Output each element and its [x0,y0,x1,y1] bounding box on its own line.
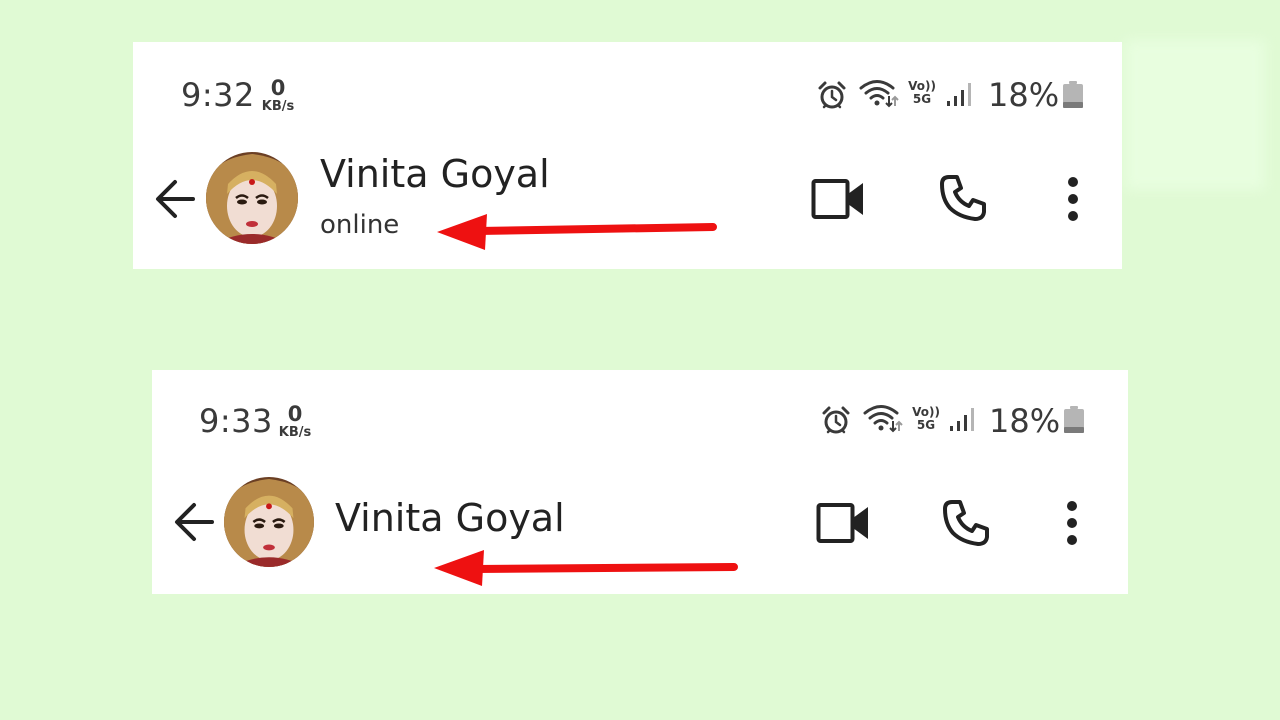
network-speed-unit: KB/s [261,99,295,114]
battery-icon [1064,406,1084,433]
avatar[interactable] [224,477,314,567]
background-blur [1125,40,1265,190]
more-options-icon[interactable] [1064,500,1080,546]
status-bar: 9:32 0 KB/s Vo)) 5G 18% [133,42,1122,142]
signal-icon [950,408,974,431]
network-speed: 0 KB/s [258,76,298,114]
avatar[interactable] [206,152,298,244]
network-speed-value: 0 [270,76,286,100]
signal-icon [947,83,971,106]
battery-percent: 18% [989,402,1061,440]
avatar-image [206,152,298,244]
annotation-arrow [437,214,717,250]
screenshot-panel-2: 9:33 0 KB/s Vo)) 5G 18% Vinita Goyal [152,370,1128,594]
wifi-icon [863,405,903,433]
more-options-icon[interactable] [1065,176,1081,222]
presence-status: online [320,210,400,240]
status-bar: 9:33 0 KB/s Vo)) 5G 18% [152,370,1128,470]
wifi-icon [859,80,899,108]
alarm-icon [822,406,850,434]
video-call-icon[interactable] [811,177,867,221]
phone-call-icon[interactable] [939,174,987,222]
battery-icon [1063,81,1083,108]
video-call-icon[interactable] [816,501,872,545]
network-speed-value: 0 [287,402,303,426]
volte-indicator: Vo)) 5G [906,80,938,106]
status-time: 9:33 [199,402,273,440]
contact-name[interactable]: Vinita Goyal [320,152,550,196]
alarm-icon [818,81,846,109]
phone-call-icon[interactable] [942,499,990,547]
network-speed-unit: KB/s [278,425,312,440]
back-arrow-icon[interactable] [153,177,197,221]
avatar-image [224,477,314,567]
network-type-label: 5G [912,92,932,106]
network-speed: 0 KB/s [275,402,315,440]
back-arrow-icon[interactable] [172,500,216,544]
network-type-label: 5G [916,418,936,432]
screenshot-panel-1: 9:32 0 KB/s Vo)) 5G 18% Vinita Goyal onl… [133,42,1122,269]
battery-percent: 18% [988,76,1060,114]
status-time: 9:32 [181,76,255,114]
annotation-arrow [434,550,738,586]
contact-name[interactable]: Vinita Goyal [335,496,565,540]
volte-indicator: Vo)) 5G [910,406,942,432]
